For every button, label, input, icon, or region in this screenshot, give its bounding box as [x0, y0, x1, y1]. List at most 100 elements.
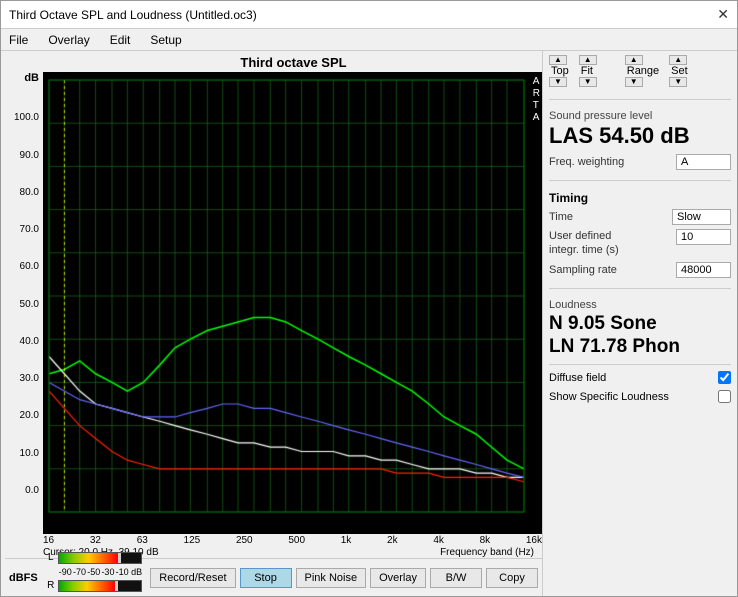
x-axis: 16 32 63 125 250 500 1k 2k 4k 8k 16k	[43, 534, 542, 546]
y-tick-10: 10.0	[20, 448, 39, 459]
y-tick-50: 50.0	[20, 299, 39, 310]
fit-up-button[interactable]: ▲	[579, 55, 597, 65]
top-spin-group: ▲ Top ▼	[549, 55, 571, 87]
dbfs-row: dBFS L -90 -70 -50 -30 -10 dB	[5, 558, 542, 596]
top-down-button[interactable]: ▼	[549, 77, 567, 87]
range-label: Range	[627, 65, 659, 77]
set-up-button[interactable]: ▲	[669, 55, 687, 65]
set-spin-group: ▲ Set ▼	[669, 55, 690, 87]
sampling-rate-dropdown-wrapper: 480004410096000	[676, 262, 731, 278]
y-tick-40: 40.0	[20, 336, 39, 347]
x-tick-250: 250	[236, 535, 253, 546]
right-panel: ▲ Top ▼ ▲ Fit ▼ ▲ Range ▼ ▲ Set	[542, 51, 737, 596]
set-down-button[interactable]: ▼	[669, 77, 687, 87]
spl-section: Sound pressure level LAS 54.50 dB	[549, 110, 731, 150]
y-tick-70: 70.0	[20, 224, 39, 235]
main-window: Third Octave SPL and Loudness (Untitled.…	[0, 0, 738, 597]
timing-title: Timing	[549, 191, 731, 205]
range-up-button[interactable]: ▲	[625, 55, 643, 65]
record-reset-button[interactable]: Record/Reset	[150, 568, 235, 588]
y-tick-100: 100.0	[14, 112, 39, 123]
freq-weighting-row: Freq. weighting ABCZ	[549, 154, 731, 170]
x-tick-16k: 16k	[526, 535, 542, 546]
time-dropdown-wrapper: SlowFastImpulse	[672, 209, 731, 225]
chart-canvas-wrapper[interactable]: ARTA	[43, 72, 542, 534]
bw-button[interactable]: B/W	[430, 568, 482, 588]
x-tick-125: 125	[184, 535, 201, 546]
menu-overlay[interactable]: Overlay	[44, 32, 93, 48]
dbfs-bar-container: L -90 -70 -50 -30 -10 dB R	[46, 551, 143, 597]
r-tick-2: -60	[77, 595, 90, 597]
dbfs-R-track	[58, 580, 143, 592]
r-tick-4: -20	[113, 595, 126, 597]
sampling-rate-dropdown[interactable]: 480004410096000	[676, 262, 731, 278]
freq-weighting-dropdown-wrapper: ABCZ	[676, 154, 731, 170]
y-tick-80: 80.0	[20, 187, 39, 198]
x-tick-16: 16	[43, 535, 54, 546]
pink-noise-button[interactable]: Pink Noise	[296, 568, 367, 588]
show-specific-checkbox[interactable]	[718, 390, 731, 403]
diffuse-field-row: Diffuse field	[549, 371, 731, 384]
time-row: Time SlowFastImpulse	[549, 209, 731, 225]
fit-spin-group: ▲ Fit ▼	[579, 55, 597, 87]
divider-2	[549, 180, 731, 181]
divider-4	[549, 364, 731, 365]
x-tick-63: 63	[137, 535, 148, 546]
range-down-button[interactable]: ▼	[625, 77, 643, 87]
l-tick-4: -30	[101, 567, 114, 577]
spl-value: LAS 54.50 dB	[549, 124, 731, 148]
x-tick-32: 32	[90, 535, 101, 546]
loudness-section-label: Loudness	[549, 299, 731, 311]
show-specific-label: Show Specific Loudness	[549, 391, 669, 403]
fit-down-button[interactable]: ▼	[579, 77, 597, 87]
menu-edit[interactable]: Edit	[106, 32, 135, 48]
x-tick-500: 500	[288, 535, 305, 546]
loudness-ln-value: LN 71.78 Phon	[549, 336, 731, 359]
overlay-button[interactable]: Overlay	[370, 568, 426, 588]
dbfs-label: dBFS	[9, 572, 38, 584]
set-label: Set	[671, 65, 688, 77]
diffuse-field-checkbox[interactable]	[718, 371, 731, 384]
dbfs-R-fill	[59, 581, 115, 591]
user-integr-row: User defined integr. time (s)	[549, 229, 731, 258]
sampling-rate-row: Sampling rate 480004410096000	[549, 262, 731, 278]
y-tick-20: 20.0	[20, 410, 39, 421]
freq-weighting-label: Freq. weighting	[549, 156, 624, 168]
dbfs-R-ticks: -80 -60 -40 -20 dB	[59, 595, 143, 597]
loudness-section: Loudness N 9.05 Sone LN 71.78 Phon	[549, 299, 731, 359]
y-label-db: dB	[24, 72, 39, 84]
x-tick-4k: 4k	[433, 535, 444, 546]
top-fit-controls: ▲ Top ▼ ▲ Fit ▼ ▲ Range ▼ ▲ Set	[549, 55, 731, 87]
range-spin-group: ▲ Range ▼	[625, 55, 661, 87]
divider-1	[549, 99, 731, 100]
l-tick-1: -90	[59, 567, 72, 577]
copy-button[interactable]: Copy	[486, 568, 538, 588]
l-tick-3: -50	[87, 567, 100, 577]
dbfs-bar-L-row: L	[46, 551, 143, 565]
x-tick-8k: 8k	[480, 535, 491, 546]
main-content: Third octave SPL dB 100.0 90.0 80.0 70.0…	[1, 51, 737, 596]
dbfs-L-label: L	[46, 552, 56, 563]
user-integr-input[interactable]	[676, 229, 731, 245]
chart-wrapper: dB 100.0 90.0 80.0 70.0 60.0 50.0 40.0 3…	[5, 72, 542, 534]
freq-band-label: Frequency band (Hz)	[159, 547, 542, 558]
close-button[interactable]: ✕	[717, 6, 729, 23]
dbfs-L-ticks: -90 -70 -50 -30 -10 dB	[59, 567, 143, 577]
r-tick-5: dB	[131, 595, 142, 597]
window-title: Third Octave SPL and Loudness (Untitled.…	[9, 8, 257, 22]
time-label: Time	[549, 211, 573, 223]
menu-setup[interactable]: Setup	[146, 32, 185, 48]
dbfs-L-fill	[59, 553, 118, 563]
freq-weighting-dropdown[interactable]: ABCZ	[676, 154, 731, 170]
time-dropdown[interactable]: SlowFastImpulse	[672, 209, 731, 225]
top-up-button[interactable]: ▲	[549, 55, 567, 65]
dbfs-bar-R-row: R	[46, 579, 143, 593]
timing-section: Timing Time SlowFastImpulse User defined…	[549, 191, 731, 282]
stop-button[interactable]: Stop	[240, 568, 292, 588]
chart-canvas	[43, 72, 542, 534]
loudness-n-value: N 9.05 Sone	[549, 313, 731, 336]
menu-file[interactable]: File	[5, 32, 32, 48]
dbfs-L-peak	[118, 553, 121, 563]
show-specific-row: Show Specific Loudness	[549, 390, 731, 403]
x-tick-2k: 2k	[387, 535, 398, 546]
